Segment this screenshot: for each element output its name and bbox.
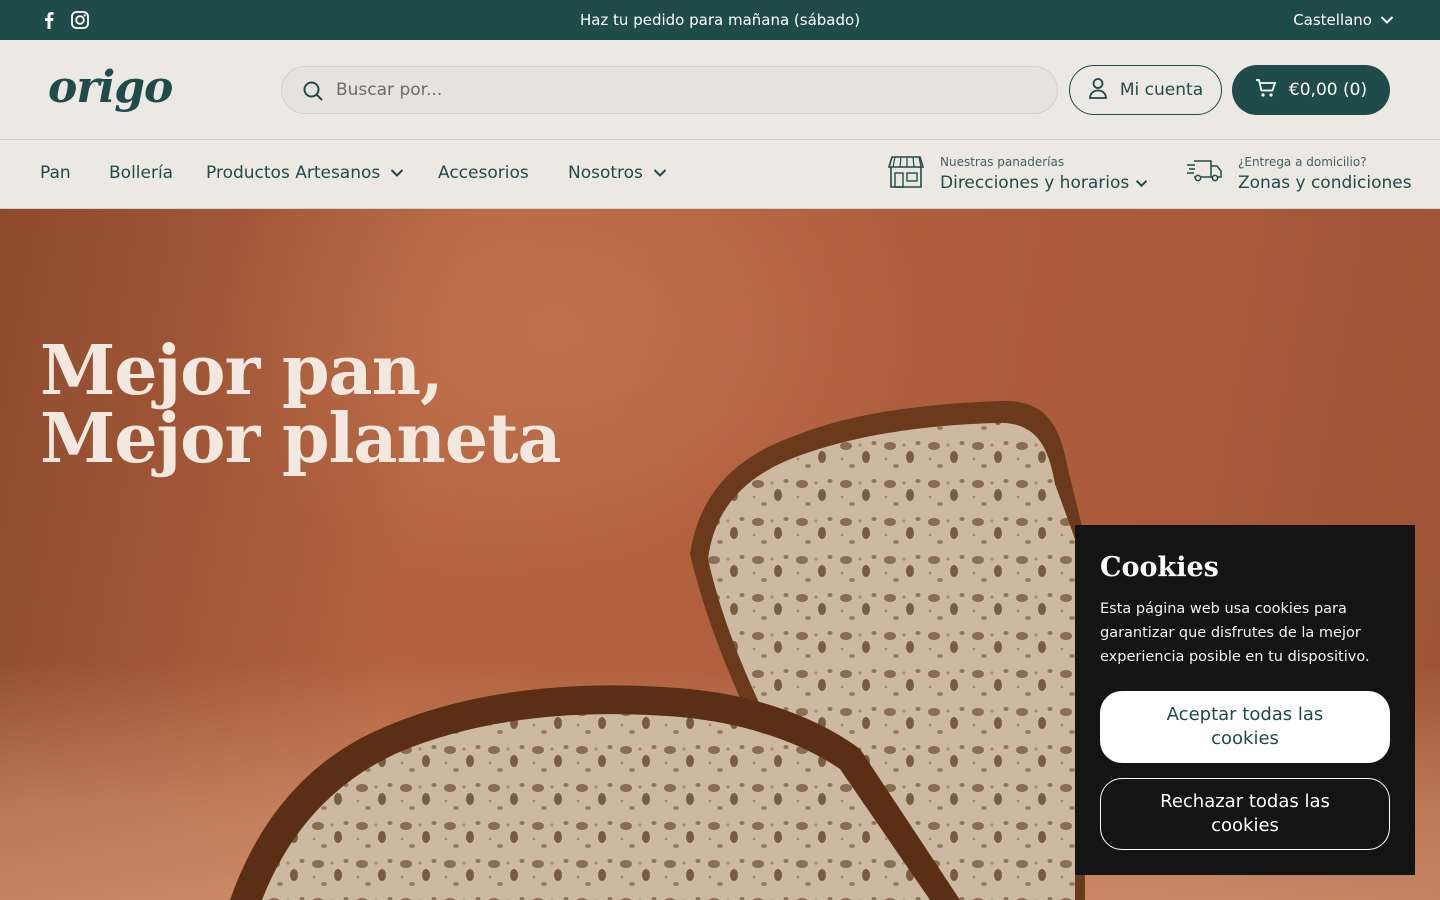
stores-link[interactable]: Nuestras panaderías Direcciones y horari…: [887, 155, 1148, 193]
nav-item-bolleria[interactable]: Bollería: [109, 163, 173, 183]
accept-cookies-button[interactable]: Aceptar todas las cookies: [1100, 691, 1390, 763]
cart-icon: [1255, 78, 1277, 103]
chevron-down-icon: [1135, 173, 1148, 193]
nav-item-label: Nosotros: [568, 163, 643, 183]
cookie-text: Esta página web usa cookies para garanti…: [1100, 601, 1370, 665]
nav-item-nosotros[interactable]: Nosotros: [568, 163, 667, 183]
cart-total: €0,00 (0): [1288, 80, 1368, 100]
nav-item-accesorios[interactable]: Accesorios: [438, 163, 529, 183]
chevron-down-icon: [1380, 11, 1394, 29]
hero-title-line-2: Mejor planeta: [40, 399, 562, 479]
cookie-banner: Cookies Esta página web usa cookies para…: [1075, 525, 1415, 875]
chevron-down-icon: [653, 163, 667, 183]
cookie-title: Cookies: [1100, 552, 1219, 583]
stores-caption: Nuestras panaderías: [940, 155, 1065, 169]
reject-cookies-button[interactable]: Rechazar todas las cookies: [1100, 778, 1390, 850]
chevron-down-icon: [390, 163, 404, 183]
nav-item-productos-artesanos[interactable]: Productos Artesanos: [206, 163, 404, 183]
nav-item-label: Productos Artesanos: [206, 163, 381, 183]
language-selector[interactable]: Castellano: [1293, 11, 1394, 29]
main-nav: Pan Bollería Productos Artesanos Accesor…: [0, 141, 1440, 209]
logo[interactable]: origo: [48, 62, 173, 113]
nav-item-label: Pan: [40, 163, 71, 183]
search-input[interactable]: [336, 67, 1036, 113]
site-header: origo Mi cuenta €0,00 (0): [0, 40, 1440, 140]
store-icon: [887, 155, 925, 193]
delivery-caption: ¿Entrega a domicilio?: [1238, 155, 1367, 169]
hero-title: Mejor pan, Mejor planeta: [40, 337, 562, 473]
user-icon: [1088, 77, 1108, 104]
announcement-bar: Haz tu pedido para mañana (sábado) Caste…: [0, 0, 1440, 40]
nav-item-pan[interactable]: Pan: [40, 163, 71, 183]
account-label: Mi cuenta: [1119, 80, 1204, 100]
delivery-truck-icon: [1186, 155, 1222, 189]
nav-item-label: Accesorios: [438, 163, 529, 183]
delivery-link[interactable]: ¿Entrega a domicilio? Zonas y condicione…: [1186, 155, 1412, 193]
stores-label: Direcciones y horarios: [940, 173, 1130, 193]
search-icon[interactable]: [302, 80, 324, 106]
search-bar[interactable]: [281, 66, 1058, 114]
nav-item-label: Bollería: [109, 163, 174, 183]
announcement-text: Haz tu pedido para mañana (sábado): [579, 11, 861, 29]
cart-button[interactable]: €0,00 (0): [1232, 65, 1390, 115]
account-button[interactable]: Mi cuenta: [1069, 65, 1222, 115]
language-label: Castellano: [1293, 11, 1372, 29]
delivery-label: Zonas y condiciones: [1238, 173, 1412, 193]
